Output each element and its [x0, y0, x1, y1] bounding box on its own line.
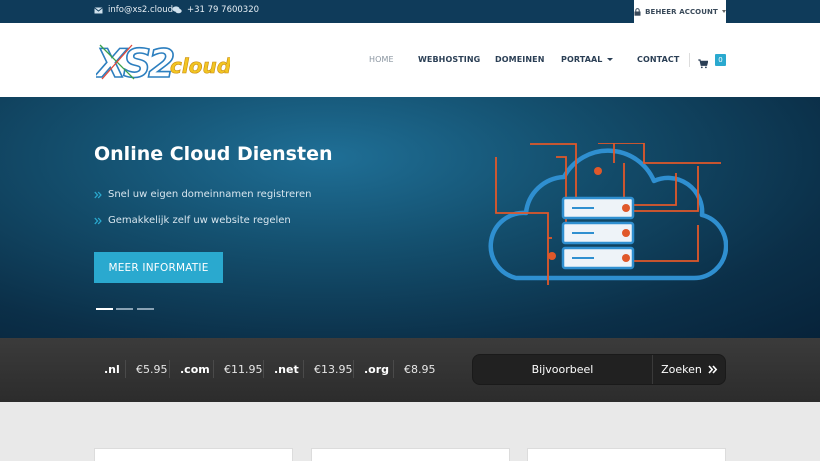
site-logo[interactable]: XS2 cloud	[93, 39, 232, 88]
double-chevron-icon	[94, 217, 102, 224]
feature-card	[527, 448, 726, 461]
svg-text:XS2: XS2	[96, 42, 173, 85]
hero-bullet-text: Gemakkelijk zelf uw website regelen	[108, 215, 291, 226]
cart-count-badge[interactable]: 0	[715, 54, 726, 66]
svg-text:cloud: cloud	[170, 54, 230, 78]
domain-search-bar: .nl €5.95 .com €11.95 .net €13.95 .org €…	[0, 338, 820, 402]
tld-divider	[263, 360, 264, 378]
lock-icon	[634, 7, 641, 16]
account-button[interactable]: BEHEER ACCOUNT	[634, 0, 726, 23]
phone-text[interactable]: +31 79 7600320	[187, 5, 259, 15]
feature-card	[311, 448, 510, 461]
domain-search-form: Zoeken	[472, 354, 726, 385]
xs2-logo: XS2 cloud	[93, 41, 232, 88]
tld-price: €5.95	[136, 363, 168, 376]
email-contact[interactable]: info@xs2.cloud	[94, 5, 173, 15]
tld-divider	[125, 360, 126, 378]
tld-divider	[393, 360, 394, 378]
tld-name: .nl	[104, 363, 120, 376]
nav-portaal-label: PORTAAL	[561, 55, 603, 64]
search-button-label: Zoeken	[661, 363, 702, 376]
cloud-server-illustration	[488, 143, 728, 285]
nav-divider	[689, 53, 690, 67]
tld-divider	[213, 360, 214, 378]
double-chevron-icon	[708, 365, 718, 374]
hero-bullet: Gemakkelijk zelf uw website regelen	[94, 215, 291, 226]
double-chevron-icon	[94, 191, 102, 198]
more-info-button[interactable]: MEER INFORMATIE	[94, 252, 223, 283]
tld-divider	[303, 360, 304, 378]
top-bar: info@xs2.cloud +31 79 7600320 BEHEER ACC…	[0, 0, 820, 23]
domain-search-input[interactable]	[473, 355, 652, 384]
chat-icon	[172, 6, 182, 14]
search-button[interactable]: Zoeken	[652, 355, 726, 384]
feature-card	[94, 448, 293, 461]
tld-price: €11.95	[224, 363, 263, 376]
slider-dot[interactable]	[96, 308, 113, 310]
tld-name: .org	[364, 363, 390, 376]
tld-price: €13.95	[314, 363, 353, 376]
email-text[interactable]: info@xs2.cloud	[108, 5, 173, 15]
chevron-down-icon	[607, 58, 614, 61]
tld-name: .net	[274, 363, 299, 376]
tld-price: €8.95	[404, 363, 436, 376]
phone-contact[interactable]: +31 79 7600320	[172, 5, 259, 15]
envelope-icon	[94, 6, 103, 13]
slider-dot[interactable]	[116, 308, 133, 310]
nav-contact[interactable]: CONTACT	[637, 55, 679, 64]
nav-home[interactable]: HOME	[369, 55, 394, 64]
tld-divider	[169, 360, 170, 378]
chevron-down-icon	[721, 10, 726, 13]
nav-webhosting[interactable]: WEBHOSTING	[418, 55, 480, 64]
hero-title: Online Cloud Diensten	[94, 143, 333, 165]
account-label: BEHEER ACCOUNT	[645, 7, 718, 16]
tld-divider	[353, 360, 354, 378]
cart-icon	[698, 59, 709, 69]
cart-button[interactable]	[698, 54, 709, 73]
hero-bullet-text: Snel uw eigen domeinnamen registreren	[108, 189, 312, 200]
hero-slider: Online Cloud Diensten Snel uw eigen dome…	[0, 97, 820, 338]
nav-portaal[interactable]: PORTAAL	[561, 55, 614, 64]
slider-dot[interactable]	[137, 308, 154, 310]
nav-domeinen[interactable]: DOMEINEN	[495, 55, 545, 64]
hero-bullet: Snel uw eigen domeinnamen registreren	[94, 189, 312, 200]
site-header: XS2 cloud HOME WEBHOSTING DOMEINEN PORTA…	[0, 23, 820, 97]
tld-name: .com	[180, 363, 210, 376]
